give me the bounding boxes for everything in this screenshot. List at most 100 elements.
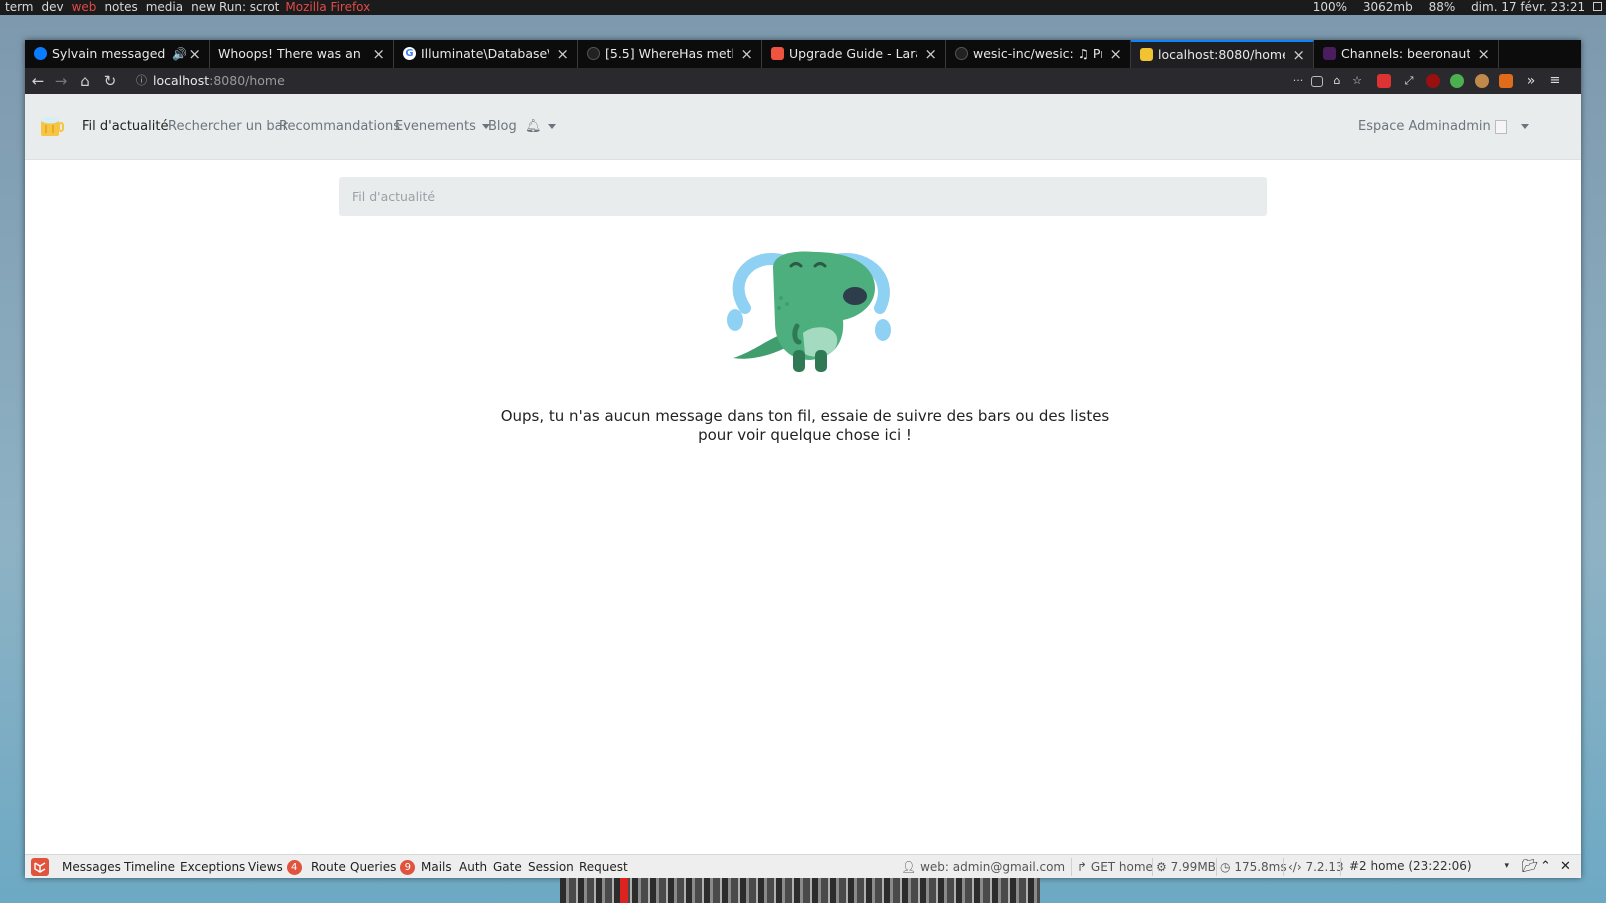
workspace-media[interactable]: media — [141, 0, 186, 15]
browser-window: Sylvain messaged you 🔊 × Whoops! There w… — [25, 40, 1581, 878]
nav-admin-space[interactable]: Espace Admin — [1358, 94, 1450, 160]
notifications-dropdown[interactable]: 🔔︎ — [525, 94, 556, 160]
more-actions-icon[interactable]: ··· — [1291, 74, 1305, 88]
tab-wherehas[interactable]: [5.5] WhereHas method × — [578, 40, 762, 68]
close-icon[interactable]: × — [924, 40, 937, 68]
close-icon[interactable]: ✕ — [1560, 855, 1571, 879]
privacy-icon[interactable] — [1475, 74, 1489, 88]
lastpass-icon[interactable] — [1377, 74, 1391, 88]
tab-localhost[interactable]: localhost:8080/home × — [1131, 40, 1314, 68]
extension-icon[interactable]: ⤢ — [1402, 74, 1416, 88]
chevron-up-icon[interactable]: ⌃ — [1540, 855, 1551, 879]
workspace-term[interactable]: term — [0, 0, 37, 15]
addon-icon[interactable] — [1499, 74, 1513, 88]
tab-sylvain[interactable]: Sylvain messaged you 🔊 × — [25, 40, 210, 68]
beer-icon — [1140, 48, 1153, 61]
workspace-notes[interactable]: notes — [99, 0, 140, 15]
system-status: 100% 3062mb 88% dim. 17 févr. 23:21 — [1301, 0, 1602, 15]
url-bar[interactable]: ⓘ localhost:8080/home — [131, 71, 1311, 91]
tab-channels[interactable]: Channels: beeronaute - C × — [1314, 40, 1499, 68]
views-count-badge: 4 — [286, 860, 302, 875]
tab-strip: Sylvain messaged you 🔊 × Whoops! There w… — [25, 40, 1581, 68]
debug-tab-exceptions[interactable]: Exceptions — [180, 855, 245, 879]
close-icon[interactable]: × — [1477, 40, 1490, 68]
laravel-icon — [771, 47, 784, 60]
laravel-logo-icon[interactable] — [31, 858, 49, 876]
user-icon: 👤︎ — [901, 860, 917, 874]
overflow-chevron-icon[interactable]: » — [1524, 74, 1538, 88]
back-icon[interactable]: ← — [28, 70, 48, 92]
nav-blog[interactable]: Blog — [488, 94, 517, 160]
bookmark-star-icon[interactable]: ☆ — [1350, 74, 1364, 88]
slack-icon — [1323, 47, 1336, 60]
empty-feed-message: Oups, tu n'as aucun message dans ton fil… — [485, 407, 1125, 445]
user-menu[interactable]: admin — [1450, 94, 1529, 160]
open-folder-icon[interactable]: 📂︎ — [1522, 855, 1539, 879]
ublock-icon[interactable] — [1426, 74, 1440, 88]
tab-whoops[interactable]: Whoops! There was an error. × — [210, 40, 394, 68]
volume-status: 100% — [1312, 0, 1348, 14]
debug-tab-timeline[interactable]: Timeline — [124, 855, 175, 879]
separator — [1216, 858, 1217, 876]
nav-feed[interactable]: Fil d'actualité — [82, 94, 168, 160]
clock: dim. 17 févr. 23:21 — [1471, 0, 1586, 14]
info-icon[interactable]: ⓘ — [136, 71, 147, 91]
empty-message-line-1: Oups, tu n'as aucun message dans ton fil… — [500, 407, 1110, 425]
battery-status: 88% — [1428, 0, 1456, 14]
chevron-down-icon — [547, 124, 556, 129]
google-icon: G — [403, 47, 416, 60]
github-icon — [955, 47, 968, 60]
separator — [1283, 858, 1284, 876]
close-icon[interactable]: × — [372, 40, 385, 68]
debug-tab-mails[interactable]: Mails — [421, 855, 452, 879]
close-icon[interactable]: × — [556, 40, 569, 68]
speaker-icon[interactable]: 🔊 — [172, 40, 187, 68]
separator — [1071, 858, 1072, 876]
nav-recommendations[interactable]: Recommandations — [279, 94, 400, 160]
request-select[interactable]: #2 home (23:22:06) ▾ — [1349, 856, 1511, 877]
beer-logo-icon[interactable] — [39, 114, 65, 138]
chevron-down-icon: ▾ — [1504, 861, 1509, 871]
workspace-new[interactable]: new — [186, 0, 219, 15]
debug-auth-user: 👤︎ web: admin@gmail.com — [901, 860, 1066, 874]
pocket-icon[interactable] — [1311, 76, 1323, 87]
memory-status: 3062mb — [1362, 0, 1413, 14]
nav-events-dropdown[interactable]: Evenements — [395, 94, 490, 160]
sync-icon[interactable] — [1450, 74, 1464, 88]
workspace-web[interactable]: web — [67, 0, 100, 15]
code-icon: ‹/› — [1288, 860, 1302, 874]
menu-icon[interactable]: ≡ — [1548, 74, 1562, 88]
reload-icon[interactable]: ↻ — [100, 70, 120, 92]
debug-tab-auth[interactable]: Auth — [459, 855, 487, 879]
crying-dinosaur-illustration — [727, 251, 891, 372]
separator — [1152, 858, 1153, 876]
feed-header: Fil d'actualité — [339, 177, 1267, 216]
home-icon[interactable]: ⌂ — [75, 70, 95, 92]
home-shortcut-icon[interactable]: ⌂ — [1330, 74, 1344, 88]
debug-php-version: ‹/› 7.2.13 — [1288, 860, 1344, 874]
chevron-down-icon — [1520, 124, 1529, 129]
debug-tab-route[interactable]: Route — [311, 855, 346, 879]
debug-tab-views[interactable]: Views 4 — [248, 855, 302, 879]
debug-tab-queries[interactable]: Queries 9 — [350, 855, 416, 879]
tab-wesic[interactable]: wesic-inc/wesic: ♫ Proje × — [946, 40, 1131, 68]
debug-tab-messages[interactable]: Messages — [62, 855, 121, 879]
browser-toolbar: ← → ⌂ ↻ ⓘ localhost:8080/home ··· ⌂ ☆ ⤢ … — [25, 68, 1581, 94]
close-icon[interactable]: × — [188, 40, 201, 68]
empty-message-line-2: pour voir quelque chose ici ! — [698, 426, 912, 444]
close-icon[interactable]: × — [740, 40, 753, 68]
nav-search-bar[interactable]: Rechercher un bar — [168, 94, 288, 160]
workspace-dev[interactable]: dev — [37, 0, 67, 15]
debug-tab-session[interactable]: Session — [528, 855, 574, 879]
queries-count-badge: 9 — [400, 860, 416, 875]
close-icon[interactable]: × — [1292, 42, 1305, 68]
tab-upgrade-guide[interactable]: Upgrade Guide - Laravel × — [762, 40, 946, 68]
debug-tab-request[interactable]: Request — [579, 855, 628, 879]
messenger-icon — [34, 47, 47, 60]
forward-icon[interactable]: → — [51, 70, 71, 92]
laravel-debugbar: Messages Timeline Exceptions Views 4 Rout… — [25, 854, 1581, 878]
tab-illuminate[interactable]: G Illuminate\Database\Que × — [394, 40, 578, 68]
close-icon[interactable]: × — [1109, 40, 1122, 68]
avatar — [1494, 119, 1507, 134]
debug-tab-gate[interactable]: Gate — [493, 855, 522, 879]
